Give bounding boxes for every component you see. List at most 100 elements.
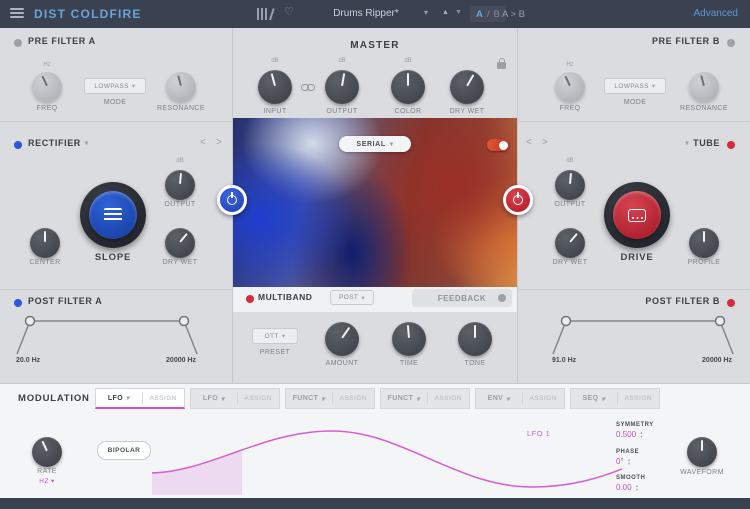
waveform-knob[interactable] <box>687 437 717 467</box>
postfilter-a-curve[interactable] <box>14 310 200 361</box>
tab-type-label[interactable]: FUNCT <box>293 395 319 402</box>
routing-dropdown[interactable]: SERIAL ▾ <box>339 136 411 152</box>
prefilter-b-resonance-knob[interactable] <box>689 72 719 102</box>
tube-output-knob[interactable] <box>555 170 585 200</box>
lock-icon[interactable] <box>497 58 506 69</box>
mod-tab-seq[interactable]: SEQ ▾ ASSIGN <box>570 388 660 409</box>
chevron-down-icon: ▾ <box>416 395 420 403</box>
tube-prev-icon[interactable]: < <box>526 137 532 148</box>
menu-icon[interactable] <box>10 8 24 18</box>
advanced-button[interactable]: Advanced <box>694 8 738 19</box>
postfilter-b-led[interactable] <box>727 299 735 307</box>
lfo-rate-unit-dropdown[interactable]: HZ ▾ <box>22 477 72 486</box>
postfilter-b-high-value[interactable]: 20000 Hz <box>666 357 732 364</box>
chevron-down-icon: ▾ <box>361 294 365 302</box>
mod-tab-lfo2[interactable]: LFO ▾ ASSIGN <box>190 388 280 409</box>
preset-name[interactable]: Drums Ripper* <box>312 8 420 19</box>
tab-assign-label[interactable]: ASSIGN <box>521 392 564 405</box>
rectifier-next-icon[interactable]: > <box>216 137 222 148</box>
heart-icon[interactable]: ♡ <box>284 5 294 18</box>
prefilter-a-resonance-knob[interactable] <box>166 72 196 102</box>
postfilter-a-low-value[interactable]: 20.0 Hz <box>16 357 40 364</box>
preset-prev-icon[interactable]: ▲ <box>442 9 449 16</box>
rectifier-drywet-knob[interactable] <box>165 228 195 258</box>
master-output-knob[interactable] <box>325 70 359 104</box>
ab-toggle[interactable]: A / B <box>470 6 506 22</box>
prefilter-a-mode-dropdown[interactable]: LOWPASS ▾ <box>84 78 146 94</box>
tab-assign-label[interactable]: ASSIGN <box>616 392 659 405</box>
tab-assign-label[interactable]: ASSIGN <box>426 392 469 405</box>
postfilter-a-led[interactable] <box>14 299 22 307</box>
rectifier-center-knob[interactable] <box>30 228 60 258</box>
engine-b-power-button[interactable] <box>503 185 533 215</box>
multiband-led[interactable] <box>246 295 254 303</box>
rectifier-prev-icon[interactable]: < <box>200 137 206 148</box>
tab-type-label[interactable]: LFO <box>108 395 123 402</box>
feedback-led[interactable] <box>498 294 506 302</box>
rectifier-output-knob[interactable] <box>165 170 195 200</box>
ab-b-label[interactable]: B <box>494 9 500 20</box>
multiband-tone-knob[interactable] <box>458 322 492 356</box>
tab-type-label[interactable]: ENV <box>488 395 504 402</box>
ab-a-label[interactable]: A <box>476 9 483 20</box>
stepper-icons[interactable]: ▴ ▾ <box>636 483 638 492</box>
copy-a-to-b-button[interactable]: A > B <box>502 9 525 20</box>
engine-a-power-button[interactable] <box>217 185 247 215</box>
feedback-tab[interactable]: FEEDBACK <box>412 289 512 307</box>
multiband-amount-knob[interactable] <box>325 322 359 356</box>
phase-value[interactable]: 0° <box>616 457 624 466</box>
tube-drive-knob[interactable] <box>604 182 670 248</box>
master-input-knob[interactable] <box>258 70 292 104</box>
prefilter-a-led[interactable] <box>14 39 22 47</box>
link-icon[interactable] <box>301 84 315 92</box>
bipolar-button[interactable]: BIPOLAR <box>97 441 151 460</box>
master-title: MASTER <box>350 40 400 51</box>
rectifier-title[interactable]: RECTIFIER ▾ <box>28 138 89 148</box>
multiband-preset-dropdown[interactable]: OTT ▾ <box>252 328 298 344</box>
routing-toggle[interactable] <box>487 139 509 151</box>
rectifier-slope-knob[interactable] <box>80 182 146 248</box>
postfilter-b-curve[interactable] <box>550 310 736 361</box>
smooth-value[interactable]: 0.00 <box>616 483 632 492</box>
multiband-preset-value: OTT <box>264 332 279 340</box>
chevron-down-icon[interactable]: ▾ <box>424 8 428 17</box>
mod-tab-env[interactable]: ENV ▾ ASSIGN <box>475 388 565 409</box>
tab-assign-label[interactable]: ASSIGN <box>141 391 184 405</box>
tab-type-label[interactable]: FUNCT <box>388 395 414 402</box>
multiband-time-knob[interactable] <box>392 322 426 356</box>
tab-type-label[interactable]: LFO <box>203 395 218 402</box>
lfo-waveform-display[interactable] <box>151 413 623 500</box>
tube-drywet-knob[interactable] <box>555 228 585 258</box>
library-icon[interactable] <box>257 8 275 21</box>
tab-assign-label[interactable]: ASSIGN <box>331 392 374 405</box>
prefilter-b-freq-knob[interactable] <box>555 72 585 102</box>
prefilter-b-led[interactable] <box>727 39 735 47</box>
prefilter-b-mode-dropdown[interactable]: LOWPASS ▾ <box>604 78 666 94</box>
stepper-icons[interactable]: ▴ ▾ <box>628 457 630 466</box>
symmetry-value[interactable]: 0.500 <box>616 430 636 439</box>
multiband-post-dropdown[interactable]: POST ▾ <box>330 290 374 305</box>
rectifier-led[interactable] <box>14 141 22 149</box>
tube-profile-knob[interactable] <box>689 228 719 258</box>
mod-tab-lfo1[interactable]: LFO ▾ ASSIGN <box>95 388 185 409</box>
symmetry-stepper[interactable]: 0.500 ▴ ▾ <box>616 430 678 439</box>
tab-assign-label[interactable]: ASSIGN <box>236 392 279 405</box>
postfilter-a-high-value[interactable]: 20000 Hz <box>130 357 196 364</box>
freq-a-unit: Hz <box>43 62 51 68</box>
master-color-knob[interactable] <box>391 70 425 104</box>
mod-tab-funct2[interactable]: FUNCT ▾ ASSIGN <box>380 388 470 409</box>
filter-handle-high <box>178 315 190 327</box>
master-drywet-knob[interactable] <box>450 70 484 104</box>
lfo-rate-knob[interactable] <box>32 437 62 467</box>
phase-stepper[interactable]: 0° ▴ ▾ <box>616 457 678 466</box>
tube-next-icon[interactable]: > <box>542 137 548 148</box>
tube-led[interactable] <box>727 141 735 149</box>
stepper-icons[interactable]: ▴ ▾ <box>640 430 642 439</box>
prefilter-a-freq-knob[interactable] <box>32 72 62 102</box>
postfilter-b-low-value[interactable]: 91.0 Hz <box>552 357 576 364</box>
mod-tab-funct1[interactable]: FUNCT ▾ ASSIGN <box>285 388 375 409</box>
tube-title[interactable]: ▾ TUBE <box>640 138 720 148</box>
smooth-stepper[interactable]: 0.00 ▴ ▾ <box>616 483 678 492</box>
preset-next-icon[interactable]: ▼ <box>455 9 462 16</box>
tab-type-label[interactable]: SEQ <box>582 395 598 402</box>
